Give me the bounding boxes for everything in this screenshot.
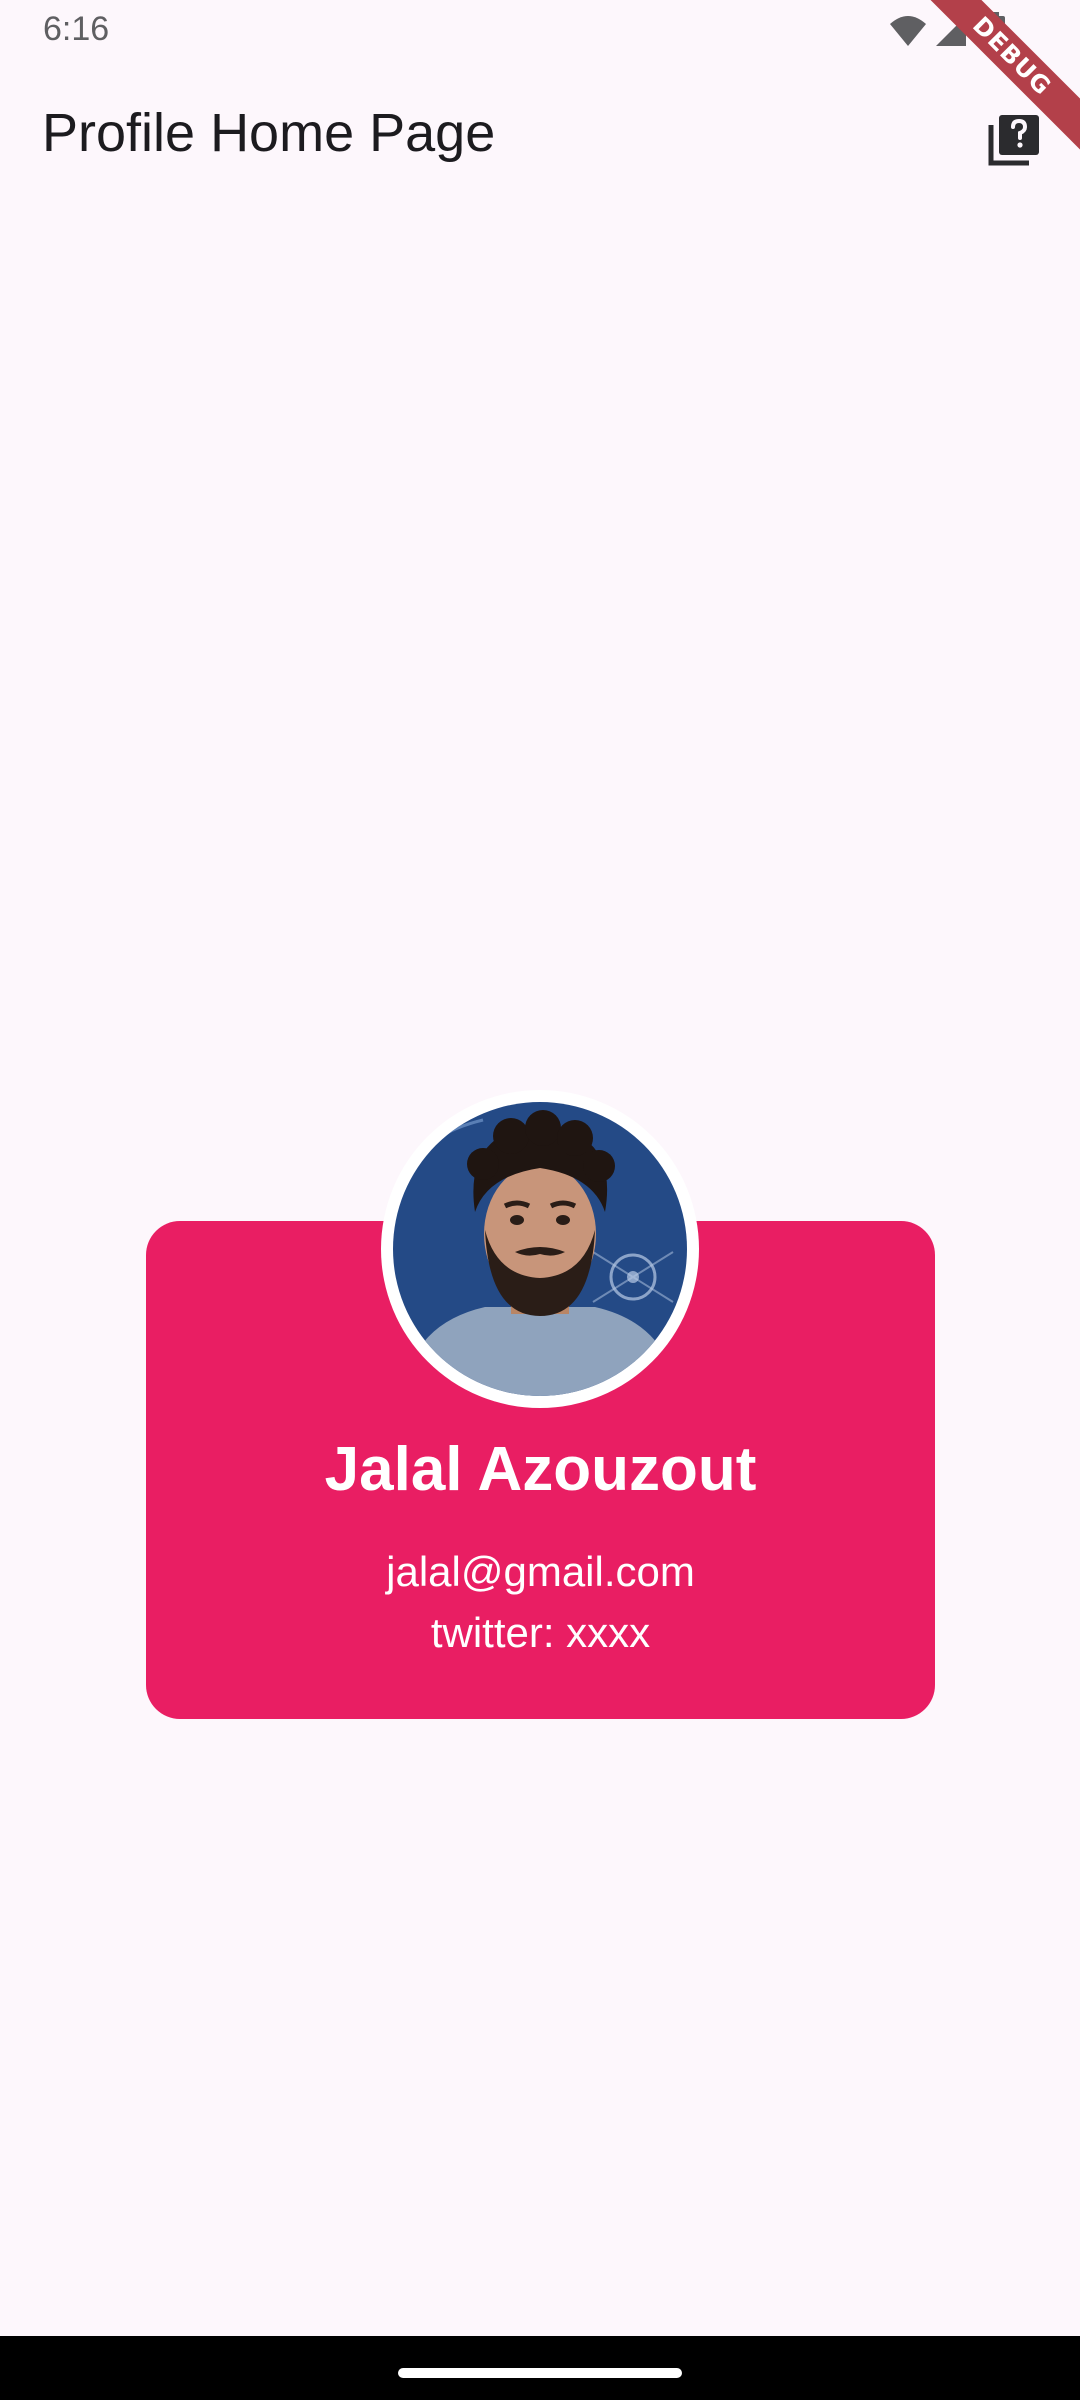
status-icons [888, 12, 1018, 50]
profile-twitter: twitter: xxxx [430, 1609, 651, 1656]
home-gesture-handle[interactable] [398, 2368, 682, 2378]
help-button[interactable] [976, 100, 1054, 178]
status-time: 6:16 [43, 10, 110, 48]
battery-icon [985, 12, 1005, 48]
avatar-image [393, 1102, 687, 1396]
profile-name: Jalal Azouzout [324, 1435, 757, 1504]
help-icon [988, 115, 1039, 166]
avatar-photo [393, 1102, 687, 1396]
avatar [381, 1090, 699, 1408]
cellular-signal-icon [936, 16, 966, 46]
wifi-icon [890, 16, 926, 46]
status-bar: 6:16 [0, 0, 1080, 64]
app-bar: Profile Home Page [0, 64, 1080, 204]
profile-email: jalal@gmail.com [386, 1548, 695, 1595]
page-title: Profile Home Page [42, 103, 496, 163]
